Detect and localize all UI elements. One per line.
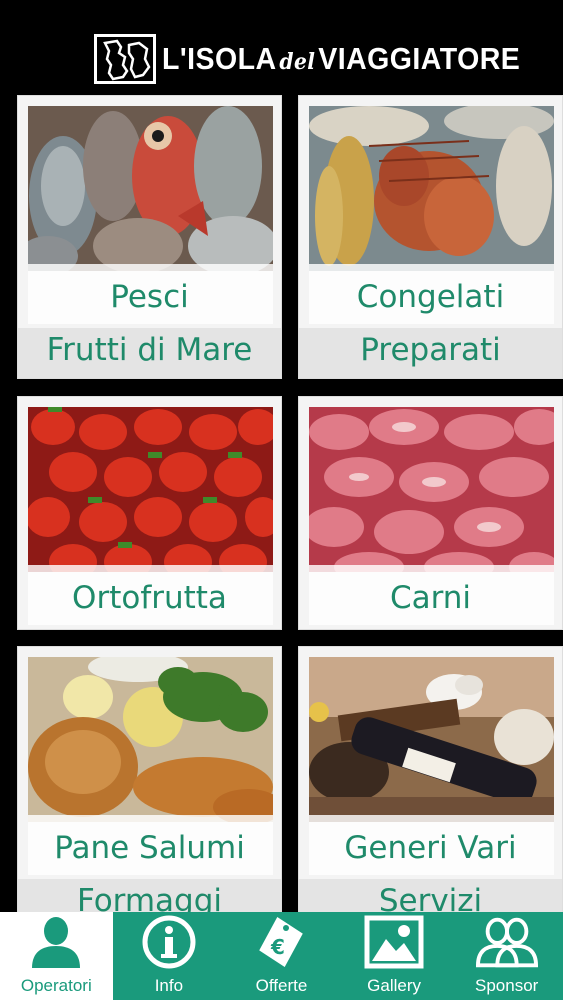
picture-icon xyxy=(363,912,425,972)
brand-name-part3: VIAGGIATORE xyxy=(318,41,521,76)
bottom-tab-bar: Operatori Info € Offerte Gallery Sponsor xyxy=(0,912,563,1000)
app-screen: L'ISOLA delVIAGGIATORE Pesci Frutti di M… xyxy=(0,0,563,1000)
sardinia-map-icon xyxy=(94,34,156,84)
info-icon xyxy=(138,912,200,972)
brand-name: L'ISOLA delVIAGGIATORE xyxy=(162,41,520,77)
bread-cheese-photo xyxy=(28,657,273,822)
category-subtitle: Frutti di Mare xyxy=(46,332,253,368)
category-title: Ortofrutta xyxy=(72,580,227,616)
brand-name-part2: del xyxy=(279,49,316,75)
category-tile-carni[interactable]: Carni xyxy=(298,396,563,630)
category-tile-pesci[interactable]: Pesci Frutti di Mare xyxy=(17,95,282,379)
tab-operatori[interactable]: Operatori xyxy=(0,912,113,1000)
tab-offerte[interactable]: € Offerte xyxy=(225,912,338,1000)
strawberries-photo xyxy=(28,407,273,572)
category-title: Pane Salumi xyxy=(54,830,245,866)
tab-label: Info xyxy=(154,976,184,995)
wine-misc-photo xyxy=(309,657,554,822)
category-grid: Pesci Frutti di Mare Congelati Preparati… xyxy=(0,92,563,912)
app-header: L'ISOLA delVIAGGIATORE xyxy=(0,0,563,92)
category-title: Generi Vari xyxy=(344,830,517,866)
category-subtitle: Formaggi xyxy=(76,883,223,912)
svg-text:€: € xyxy=(270,935,285,959)
fish-photo xyxy=(28,106,273,271)
euro-tag-icon: € xyxy=(250,912,312,972)
frozen-shrimp-photo xyxy=(309,106,554,271)
tab-label: Offerte xyxy=(255,976,308,995)
meat-photo xyxy=(309,407,554,572)
category-title: Carni xyxy=(389,580,472,616)
tab-label: Operatori xyxy=(20,976,92,995)
tab-info[interactable]: Info xyxy=(113,912,226,1000)
category-title: Pesci xyxy=(110,279,189,315)
category-tile-ortofrutta[interactable]: Ortofrutta xyxy=(17,396,282,630)
category-tile-congelati[interactable]: Congelati Preparati xyxy=(298,95,563,379)
category-tile-pane-salumi[interactable]: Pane Salumi Formaggi xyxy=(17,646,282,912)
person-icon xyxy=(25,912,87,972)
category-title: Congelati xyxy=(356,279,505,315)
tab-label: Sponsor xyxy=(475,976,539,995)
tab-label: Gallery xyxy=(367,976,421,995)
brand-name-part1: L'ISOLA xyxy=(162,41,277,76)
brand-logo: L'ISOLA delVIAGGIATORE xyxy=(94,34,551,84)
category-tile-generi-vari[interactable]: Generi Vari Servizi xyxy=(298,646,563,912)
category-subtitle: Preparati xyxy=(360,332,501,368)
category-subtitle: Servizi xyxy=(378,883,483,912)
tab-sponsor[interactable]: Sponsor xyxy=(450,912,563,1000)
tab-gallery[interactable]: Gallery xyxy=(338,912,451,1000)
group-icon xyxy=(475,912,538,972)
